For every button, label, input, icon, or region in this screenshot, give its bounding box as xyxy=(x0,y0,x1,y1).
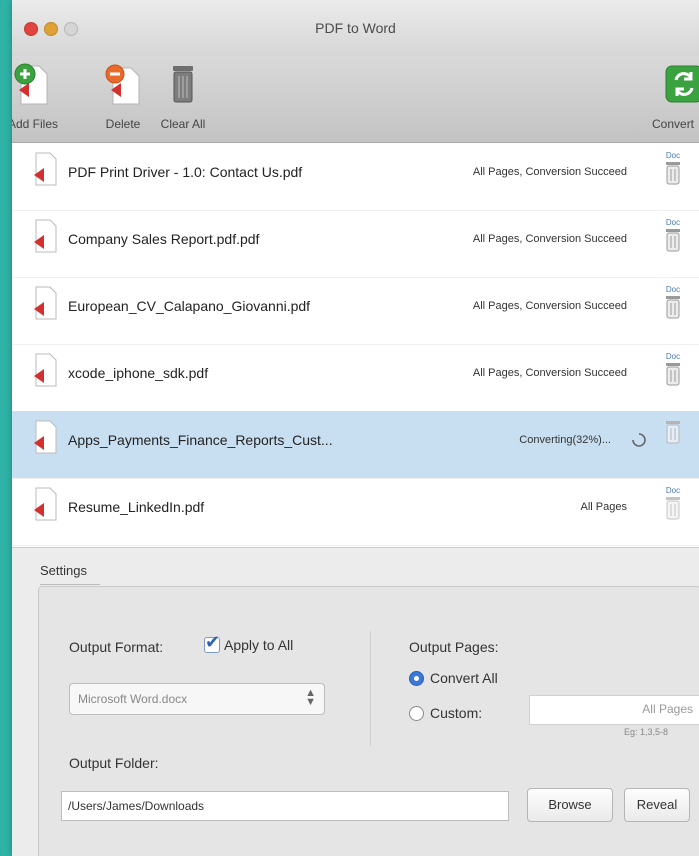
convert-label: Convert xyxy=(652,117,695,131)
file-status: All Pages, Conversion Succeed xyxy=(472,300,627,312)
delete-file-icon xyxy=(105,64,140,105)
pdf-file-icon xyxy=(34,420,57,454)
row-delete-button[interactable]: Doc xyxy=(662,486,684,528)
file-name: European_CV_Calapano_Giovanni.pdf xyxy=(68,298,311,314)
output-folder-path: /Users/James/Downloads xyxy=(68,799,205,813)
custom-pages-input[interactable]: All Pages xyxy=(529,695,699,725)
output-type-tag: Doc xyxy=(665,151,681,160)
settings-title: Settings xyxy=(40,563,87,578)
trash-icon xyxy=(666,229,680,252)
output-type-tag: Doc xyxy=(665,285,681,294)
pdf-file-icon xyxy=(34,487,57,521)
file-row[interactable]: Company Sales Report.pdf.pdf All Pages, … xyxy=(12,210,699,278)
row-delete-button[interactable] xyxy=(662,419,684,461)
file-status: All Pages, Conversion Succeed xyxy=(472,367,627,379)
row-delete-button[interactable]: Doc xyxy=(662,352,684,394)
settings-divider xyxy=(40,584,100,585)
row-delete-button[interactable]: Doc xyxy=(662,285,684,327)
trash-icon xyxy=(666,162,680,185)
convert-button[interactable]: Convert xyxy=(642,62,699,131)
radio-unselected-icon[interactable] xyxy=(409,705,424,721)
trash-icon xyxy=(173,66,193,103)
apply-to-all-label: Apply to All xyxy=(224,637,294,653)
up-down-arrows-icon: ▲ ▼ xyxy=(305,687,316,708)
delete-label: Delete xyxy=(105,117,141,131)
clear-all-label: Clear All xyxy=(160,117,206,131)
file-status: All Pages, Conversion Succeed xyxy=(472,166,627,178)
file-name: Resume_LinkedIn.pdf xyxy=(68,499,205,515)
file-row-selected[interactable]: Apps_Payments_Finance_Reports_Cust... Co… xyxy=(12,411,699,479)
add-files-label: Add Files xyxy=(12,117,59,131)
file-row[interactable]: European_CV_Calapano_Giovanni.pdf All Pa… xyxy=(12,277,699,345)
title-bar: PDF to Word xyxy=(12,0,699,56)
file-name: xcode_iphone_sdk.pdf xyxy=(68,365,209,381)
pdf-file-icon xyxy=(34,152,57,186)
spinner-icon xyxy=(632,433,646,447)
browse-button[interactable]: Browse xyxy=(527,788,613,822)
custom-pages-placeholder: All Pages xyxy=(642,702,693,716)
trash-icon xyxy=(666,296,680,319)
output-pages-label: Output Pages: xyxy=(409,639,499,655)
add-files-icon xyxy=(14,63,48,105)
output-format-value: Microsoft Word.docx xyxy=(78,692,188,706)
file-name: Apps_Payments_Finance_Reports_Cust... xyxy=(68,432,333,448)
toolbar: Add Files Delete Clear All Convert xyxy=(12,56,699,143)
trash-icon xyxy=(666,421,680,444)
output-folder-input[interactable]: /Users/James/Downloads xyxy=(61,791,509,821)
trash-icon xyxy=(666,497,680,520)
pages-example-hint: Eg: 1,3,5-8 xyxy=(624,727,669,737)
file-list[interactable]: PDF Print Driver - 1.0: Contact Us.pdf A… xyxy=(12,143,699,547)
row-delete-button[interactable]: Doc xyxy=(662,218,684,260)
clear-all-button[interactable]: Clear All xyxy=(152,62,214,131)
output-format-label: Output Format: xyxy=(69,639,164,655)
convert-all-label: Convert All xyxy=(430,670,498,686)
row-delete-button[interactable]: Doc xyxy=(662,151,684,193)
app-window: PDF to Word Add Files Delete Clear All C… xyxy=(12,0,699,856)
file-status: Converting(32%)... xyxy=(519,434,611,446)
convert-icon xyxy=(665,65,699,103)
convert-all-radio[interactable]: Convert All xyxy=(409,670,498,686)
file-row[interactable]: PDF Print Driver - 1.0: Contact Us.pdf A… xyxy=(12,143,699,211)
file-name: PDF Print Driver - 1.0: Contact Us.pdf xyxy=(68,164,303,180)
output-type-tag: Doc xyxy=(665,352,681,361)
pdf-file-icon xyxy=(34,286,57,320)
output-type-tag: Doc xyxy=(665,486,681,495)
file-row[interactable]: Resume_LinkedIn.pdf All Pages Doc xyxy=(12,478,699,546)
add-files-button[interactable]: Add Files xyxy=(12,62,64,131)
apply-to-all-checkbox[interactable]: Apply to All xyxy=(204,632,294,653)
window-title: PDF to Word xyxy=(315,20,396,36)
delete-button[interactable]: Delete xyxy=(92,62,154,131)
reveal-button[interactable]: Reveal xyxy=(624,788,690,822)
output-type-tag: Doc xyxy=(665,218,681,227)
settings-panel: Settings Output Format: Apply to All Mic… xyxy=(12,547,699,856)
file-status: All Pages, Conversion Succeed xyxy=(472,233,627,245)
file-name: Company Sales Report.pdf.pdf xyxy=(68,231,260,247)
file-row[interactable]: xcode_iphone_sdk.pdf All Pages, Conversi… xyxy=(12,344,699,412)
trash-icon xyxy=(666,363,680,386)
pdf-file-icon xyxy=(34,353,57,387)
settings-separator xyxy=(370,631,371,746)
custom-radio[interactable]: Custom: xyxy=(409,705,482,721)
custom-label: Custom: xyxy=(430,705,483,721)
radio-selected-icon[interactable] xyxy=(409,670,424,686)
file-status: All Pages xyxy=(580,501,627,513)
checkbox-checked-icon[interactable] xyxy=(204,632,220,653)
pdf-file-icon xyxy=(34,219,57,253)
output-format-select[interactable]: Microsoft Word.docx ▲ ▼ xyxy=(69,683,325,715)
output-folder-label: Output Folder: xyxy=(69,755,159,771)
settings-box: Output Format: Apply to All Microsoft Wo… xyxy=(38,586,699,856)
